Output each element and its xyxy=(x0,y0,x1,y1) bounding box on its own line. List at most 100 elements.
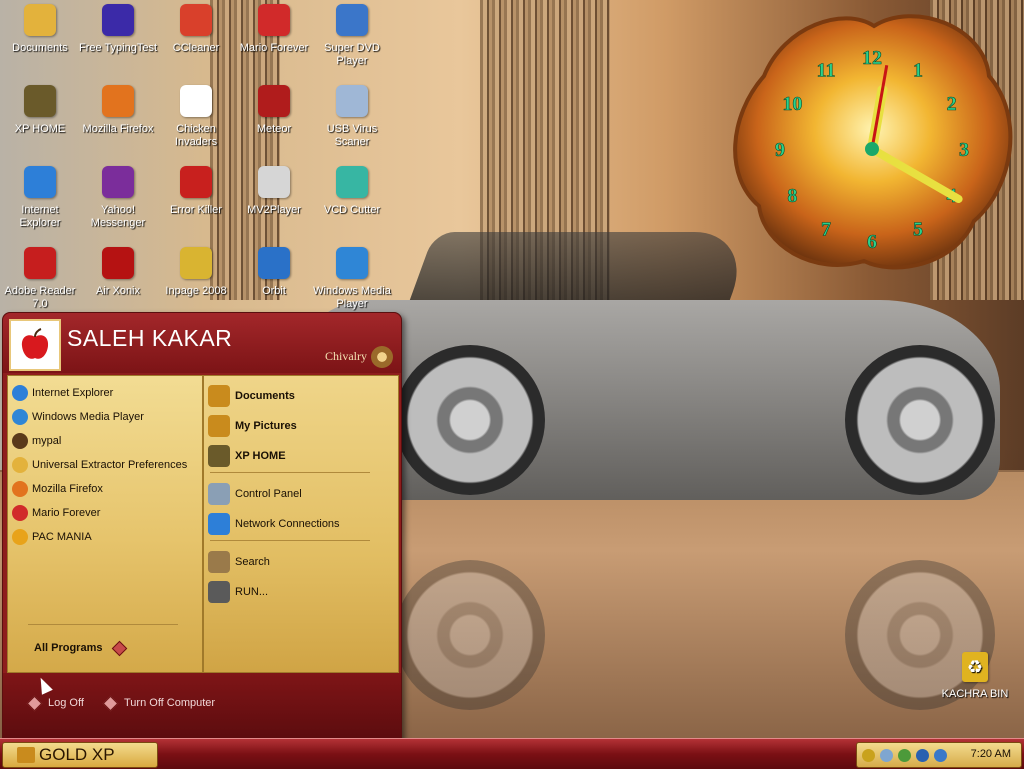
start-menu-place-item[interactable]: Search xyxy=(208,548,270,576)
start-menu-footer: Log Off Turn Off Computer xyxy=(3,673,401,739)
mv2player-icon xyxy=(258,166,290,198)
car-front-wheel xyxy=(395,345,545,495)
clock-numeral: 8 xyxy=(787,185,797,207)
desktop-icon[interactable]: XP HOME xyxy=(0,83,80,136)
search-icon xyxy=(208,551,230,573)
orbit-icon xyxy=(258,247,290,279)
start-menu-item[interactable]: Universal Extractor Preferences xyxy=(12,454,187,476)
desktop-icon[interactable]: Mario Forever xyxy=(234,2,314,55)
folder-icon xyxy=(24,4,56,36)
desktop-icon-label: Adobe Reader 7.0 xyxy=(4,285,76,310)
start-menu-place-label: XP HOME xyxy=(235,450,286,462)
usb-icon xyxy=(336,85,368,117)
desktop-icon[interactable]: Meteor xyxy=(234,83,314,136)
clock-numeral: 10 xyxy=(782,93,802,115)
clock-numeral: 5 xyxy=(913,219,923,241)
desktop-icon[interactable]: Error Killer xyxy=(156,164,236,217)
typing-test-icon xyxy=(102,4,134,36)
desktop-icon-label: Chicken Invaders xyxy=(174,123,218,148)
desktop-icon[interactable]: USB Virus Scaner xyxy=(312,83,392,149)
start-menu-place-item[interactable]: Network Connections xyxy=(208,510,340,538)
desktop-icon[interactable]: Free TypingTest xyxy=(78,2,158,55)
start-button[interactable]: GOLD XP xyxy=(2,742,158,768)
desktop-icon[interactable]: Air Xonix xyxy=(78,245,158,298)
internet-explorer-icon xyxy=(24,166,56,198)
start-menu-item[interactable]: Mario Forever xyxy=(12,502,100,524)
yahoo-tray-icon[interactable] xyxy=(862,748,875,762)
internet-explorer-icon xyxy=(12,385,28,401)
desktop-icon-label: Yahoo! Messenger xyxy=(90,204,146,229)
all-programs-button[interactable]: All Programs xyxy=(34,640,128,656)
desktop-icon[interactable]: Mozilla Firefox xyxy=(78,83,158,136)
start-menu-place-item[interactable]: My Pictures xyxy=(208,412,297,440)
desktop-icon[interactable]: Adobe Reader 7.0 xyxy=(0,245,80,311)
clock-gadget[interactable]: 121234567891011 xyxy=(724,6,1020,292)
clock-numeral: 9 xyxy=(775,139,785,161)
adobe-reader-icon xyxy=(24,247,56,279)
clock-numeral: 12 xyxy=(862,47,882,69)
desktop-icon[interactable]: Documents xyxy=(0,2,80,55)
desktop-icon[interactable]: VCD Cutter xyxy=(312,164,392,217)
tray-clock[interactable]: 7:20 AM xyxy=(971,748,1011,760)
desktop-icon-label: XP HOME xyxy=(14,123,66,135)
start-label: GOLD XP xyxy=(39,745,115,764)
media-player-icon xyxy=(336,247,368,279)
start-menu-item-label: Universal Extractor Preferences xyxy=(32,459,188,471)
antivirus-tray-icon[interactable] xyxy=(880,748,893,762)
network-tray-icon[interactable] xyxy=(898,748,911,762)
power-icon xyxy=(102,695,119,711)
desktop-icon[interactable]: Super DVD Player xyxy=(312,2,392,68)
clock-face: 121234567891011 xyxy=(733,14,1013,270)
start-menu-item[interactable]: Mozilla Firefox xyxy=(12,478,103,500)
start-menu-place-item[interactable]: XP HOME xyxy=(208,442,286,470)
system-tray: 7:20 AM xyxy=(856,742,1022,768)
download-tray-icon[interactable] xyxy=(916,748,929,762)
update-tray-icon[interactable] xyxy=(934,748,947,762)
clock-numeral: 11 xyxy=(817,59,836,81)
desktop-icon[interactable]: MV2Player xyxy=(234,164,314,217)
start-menu-place-item[interactable]: Documents xyxy=(208,382,295,410)
control-panel-icon xyxy=(208,483,230,505)
start-menu-pinned-panel: Internet Explorer Windows Media Player myp… xyxy=(7,375,203,673)
desktop-icon-label: Mario Forever xyxy=(239,42,309,54)
log-off-button[interactable]: Log Off xyxy=(26,695,84,711)
desktop-icon[interactable]: Orbit xyxy=(234,245,314,298)
start-menu-item-label: PAC MANIA xyxy=(32,531,92,543)
desktop-icon-label: VCD Cutter xyxy=(323,204,381,216)
start-menu-item[interactable]: mypal xyxy=(12,430,61,452)
start-menu-place-item[interactable]: RUN... xyxy=(208,578,268,606)
apple-icon xyxy=(21,328,49,359)
chicken-icon xyxy=(180,85,212,117)
desktop-icon[interactable]: Yahoo! Messenger xyxy=(78,164,158,230)
car-rear-wheel xyxy=(845,345,995,495)
desktop-icon[interactable]: Windows Media Player xyxy=(312,245,392,311)
user-avatar[interactable] xyxy=(9,319,61,371)
start-menu-place-item[interactable]: Control Panel xyxy=(208,480,302,508)
all-programs-label: All Programs xyxy=(34,642,103,654)
firefox-icon xyxy=(12,481,28,497)
desktop-icon-label: CCleaner xyxy=(172,42,220,54)
desktop-icon-recycle-bin[interactable]: ♻ KACHRA BIN xyxy=(935,650,1015,701)
start-menu-place-label: Search xyxy=(235,556,270,568)
desktop-icon-label: Documents xyxy=(12,42,68,54)
desktop-icon[interactable]: Internet Explorer xyxy=(0,164,80,230)
desktop-icon-label: Inpage 2008 xyxy=(165,285,227,297)
log-off-icon xyxy=(26,695,43,711)
start-menu-places-panel: Documents My Pictures XP HOME Control Panel… xyxy=(203,375,399,673)
recycle-bin-icon: ♻ xyxy=(962,652,988,682)
start-menu-item[interactable]: Windows Media Player xyxy=(12,406,144,428)
desktop-icon-label: MV2Player xyxy=(247,204,301,216)
turn-off-button[interactable]: Turn Off Computer xyxy=(102,695,215,711)
inpage-icon xyxy=(180,247,212,279)
start-menu-item[interactable]: Internet Explorer xyxy=(12,382,113,404)
start-menu-item[interactable]: PAC MANIA xyxy=(12,526,92,548)
pacman-icon xyxy=(12,529,28,545)
desktop-icon[interactable]: Inpage 2008 xyxy=(156,245,236,298)
start-menu-place-label: RUN... xyxy=(235,586,268,598)
desktop-icon[interactable]: CCleaner xyxy=(156,2,236,55)
clock-numeral: 7 xyxy=(821,219,831,241)
theme-badge-icon xyxy=(371,346,393,368)
desktop-icon[interactable]: Chicken Invaders xyxy=(156,83,236,149)
theme-name: Chivalry xyxy=(325,349,367,363)
car-wheel-reflection xyxy=(395,560,545,710)
